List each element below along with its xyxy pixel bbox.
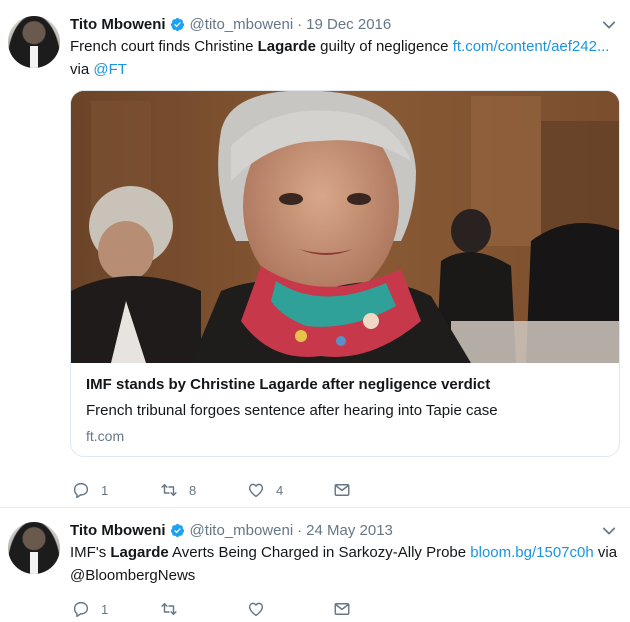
card-domain: ft.com <box>86 428 125 444</box>
link-preview-card[interactable]: IMF stands by Christine Lagarde after ne… <box>70 90 620 457</box>
author-name[interactable]: Tito Mboweni <box>70 522 166 539</box>
tweet[interactable]: Tito Mboweni @tito_mboweni · 24 May 2013… <box>0 508 630 622</box>
like-button[interactable] <box>247 599 265 619</box>
direct-message-button[interactable] <box>333 480 351 500</box>
text-bold: Lagarde <box>110 544 169 561</box>
tweet-actions: 1 8 4 <box>72 480 392 500</box>
verified-badge-icon <box>170 523 184 537</box>
tweet-link[interactable]: bloom.bg/1507c0h <box>470 544 593 561</box>
tweet-header: Tito Mboweni @tito_mboweni · 24 May 2013 <box>70 520 393 540</box>
chevron-down-icon[interactable] <box>600 16 618 34</box>
tweet-text: French court finds Christine Lagarde gui… <box>70 35 622 81</box>
avatar[interactable] <box>8 522 60 574</box>
verified-badge-icon <box>170 17 184 31</box>
reply-icon <box>73 482 89 499</box>
direct-message-icon <box>334 603 350 615</box>
separator-dot: · <box>297 521 303 539</box>
tweet-date[interactable]: 19 Dec 2016 <box>306 16 391 33</box>
separator-dot: · <box>297 15 303 33</box>
avatar[interactable] <box>8 16 60 68</box>
mention-text[interactable]: @BloombergNews <box>70 567 195 584</box>
retweet-button[interactable] <box>160 599 178 619</box>
text-segment: guilty of negligence <box>315 38 453 55</box>
tweet-link[interactable]: ft.com/content/aef242... <box>453 38 610 55</box>
text-segment: IMF's <box>70 544 111 561</box>
tweet-header: Tito Mboweni @tito_mboweni · 19 Dec 2016 <box>70 14 391 34</box>
like-button[interactable]: 4 <box>247 480 283 500</box>
like-heart-icon <box>248 602 264 617</box>
card-description: French tribunal forgoes sentence after h… <box>86 402 498 419</box>
retweet-button[interactable]: 8 <box>160 480 196 500</box>
text-segment: via <box>70 61 94 78</box>
card-title[interactable]: IMF stands by Christine Lagarde after ne… <box>86 376 490 393</box>
direct-message-icon <box>334 484 350 496</box>
retweet-count: 8 <box>189 482 197 498</box>
mention-link[interactable]: @FT <box>93 61 127 78</box>
reply-icon <box>73 601 89 618</box>
like-heart-icon <box>248 483 264 498</box>
tweet[interactable]: Tito Mboweni @tito_mboweni · 19 Dec 2016… <box>0 0 630 508</box>
text-segment: French court finds Christine <box>70 38 258 55</box>
retweet-icon <box>161 603 177 615</box>
direct-message-button[interactable] <box>333 599 351 619</box>
author-handle[interactable]: @tito_mboweni <box>190 522 294 539</box>
reply-count: 1 <box>101 482 109 498</box>
author-handle[interactable]: @tito_mboweni <box>190 16 294 33</box>
like-count: 4 <box>276 482 284 498</box>
tweet-text: IMF's Lagarde Averts Being Charged in Sa… <box>70 541 622 587</box>
tweet-actions: 1 <box>72 599 392 619</box>
retweet-icon <box>161 484 177 496</box>
card-image[interactable] <box>71 91 619 363</box>
author-name[interactable]: Tito Mboweni <box>70 16 166 33</box>
text-segment: via <box>593 544 618 561</box>
reply-button[interactable]: 1 <box>72 599 108 619</box>
text-bold: Lagarde <box>257 38 316 55</box>
tweet-date[interactable]: 24 May 2013 <box>306 522 393 539</box>
chevron-down-icon[interactable] <box>600 522 618 540</box>
reply-button[interactable]: 1 <box>72 480 108 500</box>
text-segment: Averts Being Charged in Sarkozy-Ally Pro… <box>168 544 471 561</box>
reply-count: 1 <box>101 601 109 617</box>
